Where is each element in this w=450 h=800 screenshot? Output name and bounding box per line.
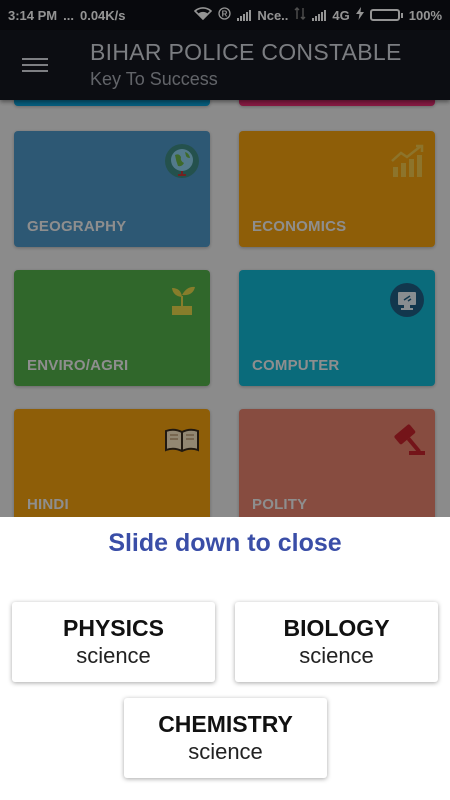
category-label: GEOGRAPHY	[27, 218, 127, 235]
category-label: HINDI	[27, 496, 69, 513]
physics-science-button[interactable]: PHYSICS science	[12, 602, 215, 682]
globe-icon	[164, 143, 200, 179]
growth-chart-icon	[389, 143, 425, 179]
category-card-geography[interactable]: GEOGRAPHY	[14, 131, 210, 247]
app-bar: BIHAR POLICE CONSTABLE Key To Success	[0, 30, 450, 100]
charging-icon	[355, 7, 364, 23]
gavel-icon	[389, 421, 425, 457]
hamburger-menu-icon[interactable]	[22, 54, 48, 76]
category-label: ECONOMICS	[252, 218, 347, 235]
registered-icon: R	[218, 7, 231, 23]
wifi-icon	[194, 7, 213, 23]
network-type: 4G	[332, 7, 350, 23]
battery-percent: 100%	[408, 7, 442, 23]
signal-strength-icon	[237, 9, 252, 21]
category-card-hindi[interactable]: HINDI	[14, 409, 210, 520]
bottom-sheet: Slide down to close PHYSICS science BIOL…	[0, 517, 450, 800]
button-main-label: PHYSICS	[63, 615, 164, 641]
category-card-partial-right[interactable]	[239, 100, 435, 106]
button-main-label: BIOLOGY	[283, 615, 390, 641]
slide-down-hint: Slide down to close	[108, 529, 342, 557]
button-sub-label: science	[299, 643, 374, 668]
status-time: 3:14 PM	[8, 7, 58, 23]
chemistry-science-button[interactable]: CHEMISTRY science	[124, 698, 327, 778]
computer-icon	[389, 282, 425, 318]
button-main-label: CHEMISTRY	[158, 711, 293, 737]
category-card-enviro-agri[interactable]: ENVIRO/AGRI	[14, 270, 210, 386]
data-transfer-icon	[294, 7, 306, 23]
button-sub-label: science	[76, 643, 151, 668]
category-label: POLITY	[252, 496, 308, 513]
category-card-partial-left[interactable]	[14, 100, 210, 106]
notification-dots: ...	[63, 7, 74, 23]
category-label: COMPUTER	[252, 357, 340, 374]
book-icon	[164, 421, 200, 457]
biology-science-button[interactable]: BIOLOGY science	[235, 602, 438, 682]
app-title: BIHAR POLICE CONSTABLE	[90, 39, 402, 65]
status-bar: 3:14 PM ... 0.04K/s R Nce.. 4G 100%	[0, 0, 450, 30]
status-left: 3:14 PM ... 0.04K/s	[8, 8, 126, 23]
signal-strength-2-icon	[312, 9, 327, 21]
category-card-economics[interactable]: ECONOMICS	[239, 131, 435, 247]
carrier-name: Nce..	[257, 7, 289, 23]
battery-icon	[369, 9, 403, 21]
svg-text:R: R	[222, 9, 228, 18]
category-label: ENVIRO/AGRI	[27, 357, 129, 374]
button-sub-label: science	[188, 739, 263, 764]
category-card-polity[interactable]: POLITY	[239, 409, 435, 520]
app-subtitle: Key To Success	[90, 69, 218, 89]
plant-icon	[164, 282, 200, 318]
network-speed: 0.04K/s	[79, 7, 126, 23]
status-right: R Nce.. 4G 100%	[194, 7, 442, 23]
category-card-computer[interactable]: COMPUTER	[239, 270, 435, 386]
category-grid: GEOGRAPHY ECONOMICS ENVIRO/AGRI COMPUTER…	[0, 100, 450, 520]
